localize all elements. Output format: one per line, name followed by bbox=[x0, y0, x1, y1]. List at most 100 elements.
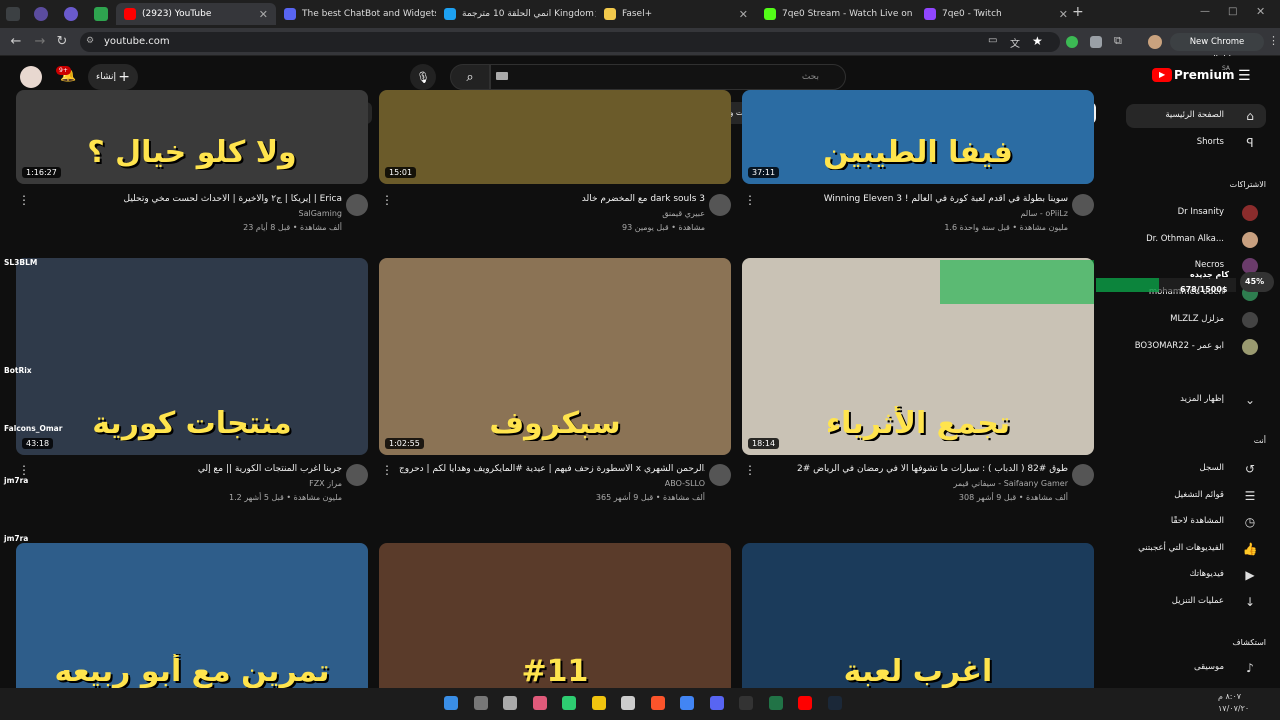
sidebar-item-shorts[interactable]: Shorts ꟼ bbox=[1126, 131, 1266, 155]
video-thumbnail[interactable]: #11 bbox=[379, 543, 731, 703]
sidebar-you-item[interactable]: فيديوهاتك ▶ bbox=[1126, 563, 1266, 587]
account-avatar[interactable] bbox=[20, 66, 42, 88]
search-input[interactable]: بحث bbox=[490, 64, 846, 90]
video-options-icon[interactable]: ⋮ bbox=[381, 463, 393, 477]
app-icon[interactable] bbox=[532, 696, 547, 710]
sidebar-item-home[interactable]: الصفحة الرئيسية ⌂ bbox=[1126, 104, 1266, 128]
sidebar-you-item[interactable]: الفيديوهات التي أعجبتني 👍 bbox=[1126, 537, 1266, 561]
sidebar-you-item[interactable]: قوائم التشغيل ☰ bbox=[1126, 484, 1266, 508]
channel-avatar[interactable] bbox=[1072, 194, 1094, 216]
video-options-icon[interactable]: ⋮ bbox=[744, 463, 756, 477]
browser-tab[interactable]: The best ChatBot and Widgets✕ bbox=[276, 3, 436, 25]
tab-icon-a[interactable] bbox=[64, 7, 78, 21]
video-options-icon[interactable]: ⋮ bbox=[744, 193, 756, 207]
sidebar-subscription[interactable]: BO3OMAR22 - ابو عمر bbox=[1126, 335, 1266, 359]
back-icon[interactable]: ← bbox=[8, 34, 24, 50]
video-thumbnail[interactable]: ولا كلو خيال ؟ 1:16:27 bbox=[16, 90, 368, 184]
video-title[interactable]: طوق #82 ( الدباب ) : سيارات ما تشوفها ال… bbox=[762, 464, 1068, 474]
video-duration: 1:16:27 bbox=[22, 167, 61, 178]
profile-tab-icon[interactable] bbox=[34, 7, 48, 21]
video-thumbnail[interactable]: اغرب لعبة bbox=[742, 543, 1094, 703]
channel-avatar[interactable] bbox=[709, 464, 731, 486]
channel-avatar[interactable] bbox=[1072, 464, 1094, 486]
sidebar-item-label: الفيديوهات التي أعجبتني bbox=[1138, 542, 1224, 553]
browser-menu-icon[interactable] bbox=[6, 7, 20, 21]
brave-icon[interactable] bbox=[650, 696, 665, 710]
tab-close-icon[interactable]: ✕ bbox=[259, 8, 268, 21]
sidebar-you-item[interactable]: المشاهدة لاحقًا ◷ bbox=[1126, 510, 1266, 534]
url-input[interactable]: youtube.com bbox=[80, 32, 1060, 52]
cast-icon[interactable]: ▭ bbox=[988, 35, 997, 46]
file-explorer-icon[interactable] bbox=[591, 696, 606, 710]
voice-search-button[interactable]: 🎙 bbox=[410, 64, 436, 90]
you-heading[interactable]: أنت bbox=[1254, 436, 1266, 445]
sidebar-you-item[interactable]: عمليات التنزيل ↓ bbox=[1126, 590, 1266, 614]
browser-tab[interactable]: 7qe0 - Twitch ✕ bbox=[916, 3, 1076, 25]
browser-tab[interactable]: Fasel+ ✕ bbox=[596, 3, 756, 25]
new-chrome-available-button[interactable]: New Chrome available bbox=[1170, 33, 1264, 65]
subscriptions-heading[interactable]: الاشتراكات bbox=[1230, 180, 1266, 189]
video-thumbnail[interactable]: فيفا الطيبين 37:11 bbox=[742, 90, 1094, 184]
translate-icon[interactable]: 文 bbox=[1010, 35, 1020, 50]
extension-icon-2[interactable] bbox=[1090, 36, 1102, 48]
video-options-icon[interactable]: ⋮ bbox=[18, 193, 30, 207]
search-button[interactable]: ⌕ bbox=[450, 64, 490, 90]
create-button[interactable]: إنشاء + bbox=[88, 64, 138, 90]
bookmark-star-icon[interactable]: ★ bbox=[1032, 34, 1043, 48]
extensions-puzzle-icon[interactable]: ⧉ bbox=[1114, 34, 1122, 48]
video-thumbnail[interactable]: تمرين مع أبو ربيعه bbox=[16, 543, 368, 703]
channel-name[interactable]: سالم - oPiiLz bbox=[762, 209, 1068, 218]
chrome-icon[interactable] bbox=[680, 696, 694, 710]
sidebar-subscription[interactable]: Dr Insanity bbox=[1126, 201, 1266, 225]
app-icon[interactable] bbox=[562, 696, 576, 710]
browser-tab[interactable]: (2923) YouTube ✕ bbox=[116, 3, 276, 25]
app-icon[interactable] bbox=[739, 696, 753, 710]
maximize-button[interactable]: □ bbox=[1228, 6, 1237, 17]
sidebar-subscription[interactable]: MLZLZ مزلزل bbox=[1126, 308, 1266, 332]
channel-name[interactable]: SalGaming bbox=[36, 209, 342, 218]
extension-icon-1[interactable] bbox=[1066, 36, 1078, 48]
video-thumbnail[interactable]: سبكروف 1:02:55 bbox=[379, 258, 731, 455]
keyboard-icon[interactable] bbox=[496, 72, 508, 80]
browser-menu-kebab-icon[interactable]: ⋮ bbox=[1268, 34, 1279, 47]
app-icon[interactable] bbox=[621, 696, 635, 710]
excel-icon[interactable] bbox=[768, 696, 783, 710]
video-title[interactable]: إيريكا | ج٢ والاخيرة | الاحداث لحست مخي … bbox=[36, 194, 342, 204]
video-title[interactable]: مع المخضرم خالد dark souls 3 bbox=[399, 194, 705, 204]
new-tab-button[interactable]: + bbox=[1072, 4, 1084, 20]
sidebar-explore-item[interactable]: موسيقى ♪ bbox=[1126, 656, 1266, 680]
channel-avatar[interactable] bbox=[709, 194, 731, 216]
channel-name[interactable]: سيفاني قيمر - Saifaany Gamer bbox=[762, 479, 1068, 488]
minimize-button[interactable]: — bbox=[1200, 6, 1210, 17]
video-title[interactable]: الأسطورة زحف فيهم | عيدية #المايكرويف وه… bbox=[399, 464, 705, 474]
start-icon[interactable] bbox=[444, 696, 458, 710]
discord-icon[interactable] bbox=[709, 696, 724, 710]
video-options-icon[interactable]: ⋮ bbox=[381, 193, 393, 207]
hamburger-menu-icon[interactable]: ☰ bbox=[1238, 68, 1251, 84]
channel-avatar[interactable] bbox=[346, 194, 368, 216]
profile-avatar[interactable] bbox=[1148, 35, 1162, 49]
video-title[interactable]: Winning Eleven 3 ! سوينا بطولة في أقدم ل… bbox=[762, 194, 1068, 204]
close-window-button[interactable]: ✕ bbox=[1256, 5, 1265, 18]
reload-icon[interactable]: ↻ bbox=[54, 34, 70, 50]
search-icon[interactable] bbox=[473, 696, 488, 710]
channel-avatar[interactable] bbox=[346, 464, 368, 486]
sidebar-item-label: فيديوهاتك bbox=[1189, 569, 1224, 580]
channel-name[interactable]: ABO-SLLO bbox=[399, 479, 705, 488]
browser-tab[interactable]: 7qe0 Stream - Watch Live on K✕ bbox=[756, 3, 916, 25]
sidebar-you-item[interactable]: السجل ↺ bbox=[1126, 457, 1266, 481]
sidebar-show-more[interactable]: إظهار المزيد ⌄ bbox=[1126, 388, 1266, 412]
tab-close-icon[interactable]: ✕ bbox=[1059, 8, 1068, 21]
tab-icon-b[interactable] bbox=[94, 7, 108, 21]
media-icon[interactable] bbox=[798, 696, 812, 710]
chat-username: BotRix bbox=[4, 366, 32, 375]
settings-icon[interactable] bbox=[503, 696, 517, 710]
forward-icon[interactable]: → bbox=[32, 34, 48, 50]
video-thumbnail[interactable]: 15:01 bbox=[379, 90, 731, 184]
channel-name[interactable]: عبيري قيمنق bbox=[399, 209, 705, 218]
sidebar-subscription[interactable]: Dr. Othman Alka... bbox=[1126, 228, 1266, 252]
site-info-icon[interactable]: ⚙ bbox=[86, 36, 94, 46]
browser-tab[interactable]: انمي الحلقة 10 مترجمة Kingdom✕ bbox=[436, 3, 596, 25]
steam-icon[interactable] bbox=[827, 696, 842, 710]
tab-close-icon[interactable]: ✕ bbox=[739, 8, 748, 21]
